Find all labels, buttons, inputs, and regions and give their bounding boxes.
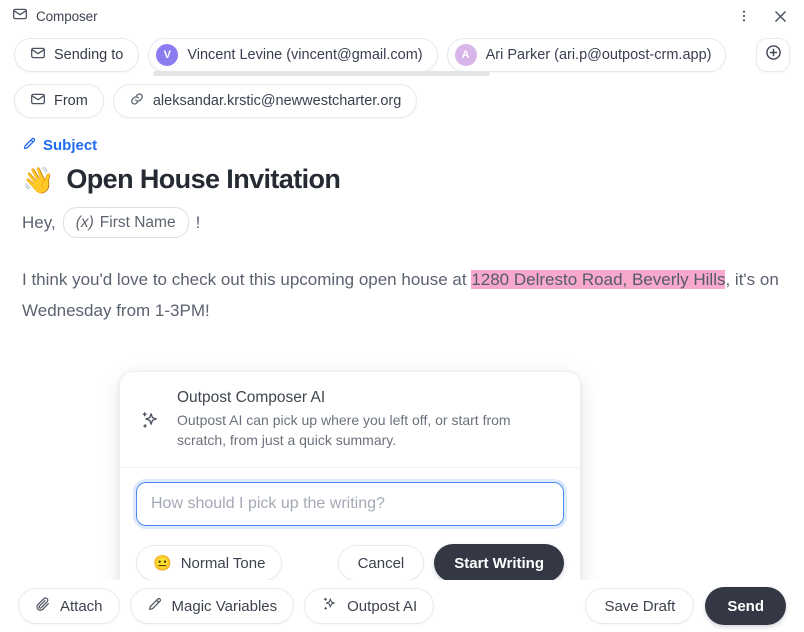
- outpost-ai-label: Outpost AI: [347, 597, 418, 615]
- cancel-button[interactable]: Cancel: [337, 545, 425, 581]
- plus-circle-icon: [764, 43, 783, 67]
- subject-label-text: Subject: [43, 137, 98, 154]
- send-button[interactable]: Send: [705, 587, 786, 625]
- titlebar-left-group: Composer: [12, 6, 98, 27]
- subject-line[interactable]: 👋 Open House Invitation: [0, 155, 804, 195]
- window-title: Composer: [36, 8, 98, 24]
- ai-card-body: 😐 Normal Tone Cancel Start Writing: [120, 468, 580, 598]
- tone-label: Normal Tone: [180, 554, 266, 572]
- link-icon: [129, 91, 145, 111]
- sparkle-icon: [321, 596, 338, 617]
- outpost-ai-button[interactable]: Outpost AI: [304, 588, 435, 624]
- sparkle-icon: [137, 389, 163, 450]
- more-vertical-icon[interactable]: [734, 6, 754, 26]
- subject-label-button[interactable]: Subject: [0, 124, 97, 155]
- attach-button[interactable]: Attach: [18, 588, 120, 624]
- ai-card-actions: 😐 Normal Tone Cancel Start Writing: [136, 544, 564, 582]
- recipient-name: Vincent Levine (vincent@gmail.com): [187, 47, 423, 63]
- sending-to-label: Sending to: [54, 47, 124, 63]
- outpost-composer-ai-card: Outpost Composer AI Outpost AI can pick …: [119, 371, 581, 599]
- recipient-chip-ari[interactable]: A Ari Parker (ari.p@outpost-crm.app): [446, 38, 727, 72]
- variable-chip-first-name[interactable]: (x) First Name: [62, 207, 189, 239]
- email-body: Hey, (x) First Name ! I think you'd love…: [0, 195, 804, 326]
- greeting-prefix: Hey,: [22, 212, 56, 232]
- composer-toolbar: Attach Magic Variables Outpost AI Save D…: [0, 580, 804, 632]
- start-writing-button[interactable]: Start Writing: [434, 544, 564, 582]
- close-icon[interactable]: [770, 6, 790, 26]
- recipient-scroll-area: V Vincent Levine (vincent@gmail.com) A A…: [148, 32, 747, 78]
- from-row: From aleksandar.krstic@newwestcharter.or…: [14, 78, 790, 124]
- envelope-icon: [30, 45, 46, 65]
- recipient-name: Ari Parker (ari.p@outpost-crm.app): [485, 47, 712, 63]
- window-titlebar: Composer: [0, 0, 804, 32]
- greeting-line: Hey, (x) First Name !: [22, 207, 782, 239]
- tone-selector-button[interactable]: 😐 Normal Tone: [136, 545, 283, 581]
- neutral-face-emoji: 😐: [153, 555, 172, 572]
- envelope-icon: [12, 6, 28, 27]
- paperclip-icon: [35, 596, 51, 616]
- wave-emoji: 👋: [22, 164, 55, 195]
- recipient-chip-vincent[interactable]: V Vincent Levine (vincent@gmail.com): [148, 38, 438, 72]
- ai-card-primary-actions: Cancel Start Writing: [337, 544, 564, 582]
- recipient-horizontal-scrollbar[interactable]: [153, 71, 491, 76]
- ai-card-text: Outpost Composer AI Outpost AI can pick …: [177, 389, 562, 450]
- paragraph-text-before: I think you'd love to check out this upc…: [22, 270, 472, 290]
- body-paragraph[interactable]: I think you'd love to check out this upc…: [22, 264, 782, 326]
- from-label: From: [54, 93, 88, 109]
- recipient-rows: Sending to V Vincent Levine (vincent@gma…: [0, 32, 804, 124]
- attach-label: Attach: [60, 597, 103, 615]
- variable-label: First Name: [99, 214, 176, 231]
- titlebar-controls: [734, 6, 790, 26]
- magic-variables-button[interactable]: Magic Variables: [129, 588, 295, 624]
- magic-variables-label: Magic Variables: [171, 597, 278, 615]
- avatar: V: [156, 44, 179, 66]
- pen-icon: [22, 136, 37, 155]
- from-address-chip[interactable]: aleksandar.krstic@newwestcharter.org: [112, 84, 418, 118]
- add-recipient-button[interactable]: [756, 38, 790, 72]
- save-draft-button[interactable]: Save Draft: [585, 588, 695, 624]
- sending-to-label-chip: Sending to: [14, 38, 140, 72]
- recipient-chip-list: V Vincent Levine (vincent@gmail.com) A A…: [148, 38, 730, 72]
- greeting-suffix: !: [195, 212, 201, 232]
- avatar: A: [454, 44, 477, 66]
- envelope-icon: [30, 91, 46, 111]
- from-label-chip: From: [14, 84, 104, 118]
- ai-prompt-input[interactable]: [133, 479, 567, 529]
- ai-card-header: Outpost Composer AI Outpost AI can pick …: [120, 372, 580, 468]
- pen-icon: [147, 596, 163, 616]
- ai-card-description: Outpost AI can pick up where you left of…: [177, 412, 511, 448]
- toolbar-right-group: Save Draft Send: [585, 587, 786, 625]
- sending-to-row: Sending to V Vincent Levine (vincent@gma…: [14, 32, 790, 78]
- ai-card-title: Outpost Composer AI: [177, 389, 326, 406]
- variable-marker: (x): [75, 214, 94, 231]
- subject-text: Open House Invitation: [66, 164, 341, 194]
- from-address: aleksandar.krstic@newwestcharter.org: [152, 93, 402, 109]
- highlighted-address[interactable]: 1280 Delresto Road, Beverly Hills: [471, 270, 726, 290]
